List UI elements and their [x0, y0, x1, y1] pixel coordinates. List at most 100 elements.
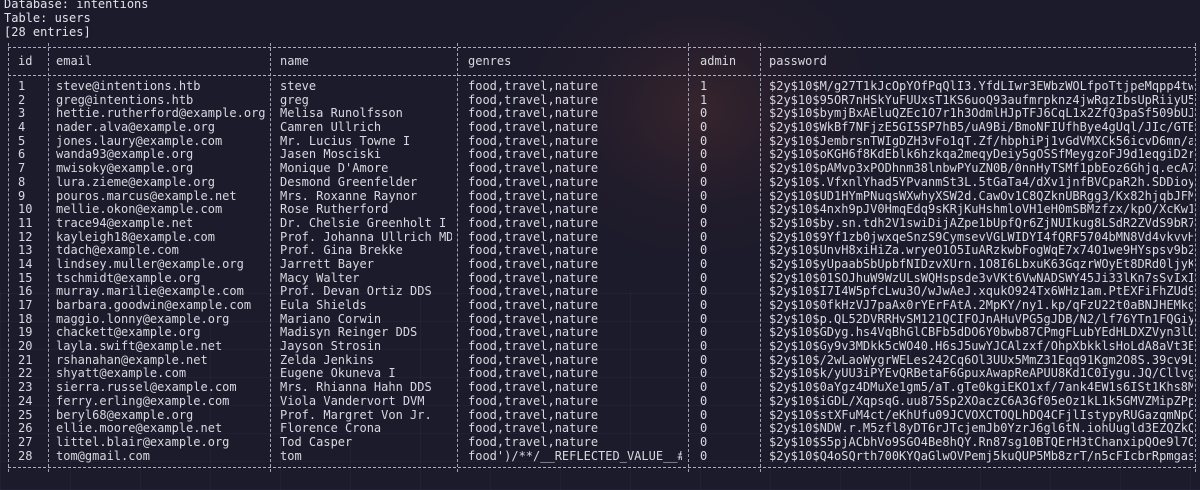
cell-genres: food,travel,nature	[468, 353, 599, 367]
cell-admin: 0	[700, 353, 708, 367]
cell-genres: food,travel,nature	[468, 312, 599, 326]
cell-id: 14	[18, 257, 33, 271]
cell-admin: 0	[700, 285, 708, 299]
cell-email: nader.alva@example.org	[56, 121, 215, 135]
table-row: 6 wanda93@example.org Jasen Mosciski food,t…	[4, 148, 1196, 162]
cell-name: Desmond Greenfelder	[280, 175, 418, 189]
cell-email: ellie.moore@example.net	[56, 422, 223, 436]
column-header-id: id	[18, 54, 33, 68]
cell-email: lindsey.muller@example.org	[56, 257, 244, 271]
cell-email: chackett@example.org	[56, 326, 201, 340]
cell-id: 15	[18, 271, 33, 285]
column-divider	[457, 43, 459, 473]
cell-email: lura.zieme@example.org	[56, 175, 215, 189]
cell-password: $2y$10$iGDL/XqpsqG.uu875Sp2XOaczC6A3Gf05…	[769, 394, 1193, 408]
table-row: 21 rshanahan@example.net Zelda Jenkins food…	[4, 354, 1196, 368]
cell-password: $2y$10$pAMvp3xPODhnm38lnbwPYuZN0B/0nnHyT…	[769, 162, 1193, 176]
column-divider	[1195, 43, 1197, 473]
cell-name: Zelda Jenkins	[280, 353, 374, 367]
cell-password: $2y$10$95OR7nHSkYuFUUxsT1KS6uoQ93aufmrpk…	[769, 93, 1193, 107]
column-header-password: password	[769, 54, 827, 68]
entries-line: [28 entries]	[4, 25, 91, 39]
cell-admin: 0	[700, 189, 708, 203]
cell-name: Jarrett Bayer	[280, 257, 374, 271]
cell-name: Camren Ullrich	[280, 121, 382, 135]
table-row: 28 tom@gmail.com tom food')/**/__REFLECTED_…	[4, 450, 1196, 464]
table-row: 10 mellie.okon@example.com Rose Rutherford…	[4, 203, 1196, 217]
cell-email: murray.marilie@example.com	[56, 285, 244, 299]
cell-genres: food,travel,nature	[468, 80, 599, 93]
cell-genres: food')/**/__REFLECTED_VALUE__#	[468, 449, 682, 463]
cell-admin: 1	[700, 80, 708, 93]
cell-id: 13	[18, 244, 33, 258]
cell-admin: 0	[700, 299, 708, 312]
cell-name: Viola Vandervort DVM	[280, 394, 425, 408]
table-line: Table: users	[4, 11, 91, 25]
cell-genres: food,travel,nature	[468, 203, 599, 217]
cell-password: $2y$10$GDyg.hs4VqBhGlCBFb5dDO6Y0bwb87CPm…	[769, 326, 1193, 340]
cell-genres: food,travel,nature	[468, 299, 599, 312]
table-row: 4 nader.alva@example.org Camren Ullrich foo…	[4, 121, 1196, 135]
cell-admin: 0	[700, 367, 708, 381]
table-top-border	[4, 43, 1196, 52]
table-body: 1 steve@intentions.htb steve food,travel,na…	[4, 80, 1196, 463]
cell-password: $2y$10$JembrsnTWIgDZH3vFo1qT.Zf/hbphiPj1…	[769, 134, 1193, 148]
cell-name: Mrs. Rhianna Hahn DDS	[280, 381, 432, 395]
cell-password: $2y$10$stXFuM4ct/eKhUfu09JCVOXCTOQLhDQ4C…	[769, 408, 1193, 422]
cell-password: $2y$10$k/yUU3iPYEvQRBetaF6GpuxAwapReAPUU…	[769, 367, 1193, 381]
cell-genres: food,travel,nature	[468, 394, 599, 408]
cell-admin: 1	[700, 93, 708, 107]
cell-name: tom	[280, 449, 302, 463]
cell-email: tdach@example.com	[56, 244, 179, 258]
cell-name: Eugene Okuneva I	[280, 367, 396, 381]
cell-id: 22	[18, 367, 33, 381]
cell-id: 23	[18, 381, 33, 395]
table-row: 18 maggio.lonny@example.org Mariano Corwin…	[4, 313, 1196, 327]
cell-name: Jayson Strosin	[280, 340, 382, 354]
column-divider	[48, 43, 50, 473]
table-row: 16 murray.marilie@example.com Prof. Devan …	[4, 285, 1196, 299]
cell-genres: food,travel,nature	[468, 189, 599, 203]
cell-id: 8	[18, 175, 26, 189]
table-bottom-border	[4, 463, 1196, 472]
cell-genres: food,travel,nature	[468, 422, 599, 436]
cell-email: barbara.goodwin@example.com	[56, 299, 252, 312]
cell-genres: food,travel,nature	[468, 257, 599, 271]
cell-id: 27	[18, 435, 33, 449]
cell-email: tschmidt@example.org	[56, 271, 201, 285]
cell-password: $2y$10$M/g27T1kJcOpYOfPqQlI3.YfdLIwr3EWb…	[769, 80, 1193, 93]
database-line: Database: intentions	[4, 0, 149, 11]
table-row: 17 barbara.goodwin@example.com Eula Shield…	[4, 299, 1196, 313]
cell-admin: 0	[700, 271, 708, 285]
cell-id: 5	[18, 134, 26, 148]
cell-admin: 0	[700, 326, 708, 340]
cell-id: 18	[18, 312, 33, 326]
column-divider	[688, 43, 690, 473]
cell-genres: food,travel,nature	[468, 230, 599, 244]
cell-password: $2y$10$S5pjACbhVo9SGO4Be8hQY.Rn87sg10BTQ…	[769, 435, 1193, 449]
cell-genres: food,travel,nature	[468, 367, 599, 381]
column-header-admin: admin	[700, 54, 737, 68]
table-row: 14 lindsey.muller@example.org Jarrett Baye…	[4, 258, 1196, 272]
cell-genres: food,travel,nature	[468, 107, 599, 121]
cell-email: shyatt@example.com	[56, 367, 187, 381]
cell-password: $2y$10$0fkHzVJ7paAx0rYErFAtA.2MpKY/ny1.k…	[769, 299, 1193, 312]
table-row: 11 trace94@example.net Dr. Chelsie Greenho…	[4, 217, 1196, 231]
table-row: 12 kayleigh18@example.com Prof. Johanna Ul…	[4, 231, 1196, 245]
cell-email: mellie.okon@example.com	[56, 203, 223, 217]
cell-id: 1	[18, 80, 26, 93]
table-row: 7 mwisoky@example.org Monique D'Amore food,…	[4, 162, 1196, 176]
cell-id: 20	[18, 340, 33, 354]
cell-id: 17	[18, 299, 33, 312]
cell-genres: food,travel,nature	[468, 121, 599, 135]
cell-email: maggio.lonny@example.org	[56, 312, 230, 326]
cell-password: $2y$10$0aYgz4DMuXe1gm5/aT.gTe0kgiEKO1xf/…	[769, 381, 1193, 395]
cell-id: 28	[18, 449, 33, 463]
cell-name: Eula Shields	[280, 299, 367, 312]
cell-password: $2y$10$Q4oSQrth700KYQaGlwOVPemj5kuQUP5Mb…	[769, 449, 1193, 463]
cell-email: jones.laury@example.com	[56, 134, 223, 148]
terminal-output: Database: intentions Table: users [28 en…	[4, 0, 1197, 473]
table-header-row: id email name genres admin password	[4, 52, 1196, 71]
cell-email: pouros.marcus@example.net	[56, 189, 237, 203]
cell-email: layla.swift@example.net	[56, 340, 223, 354]
